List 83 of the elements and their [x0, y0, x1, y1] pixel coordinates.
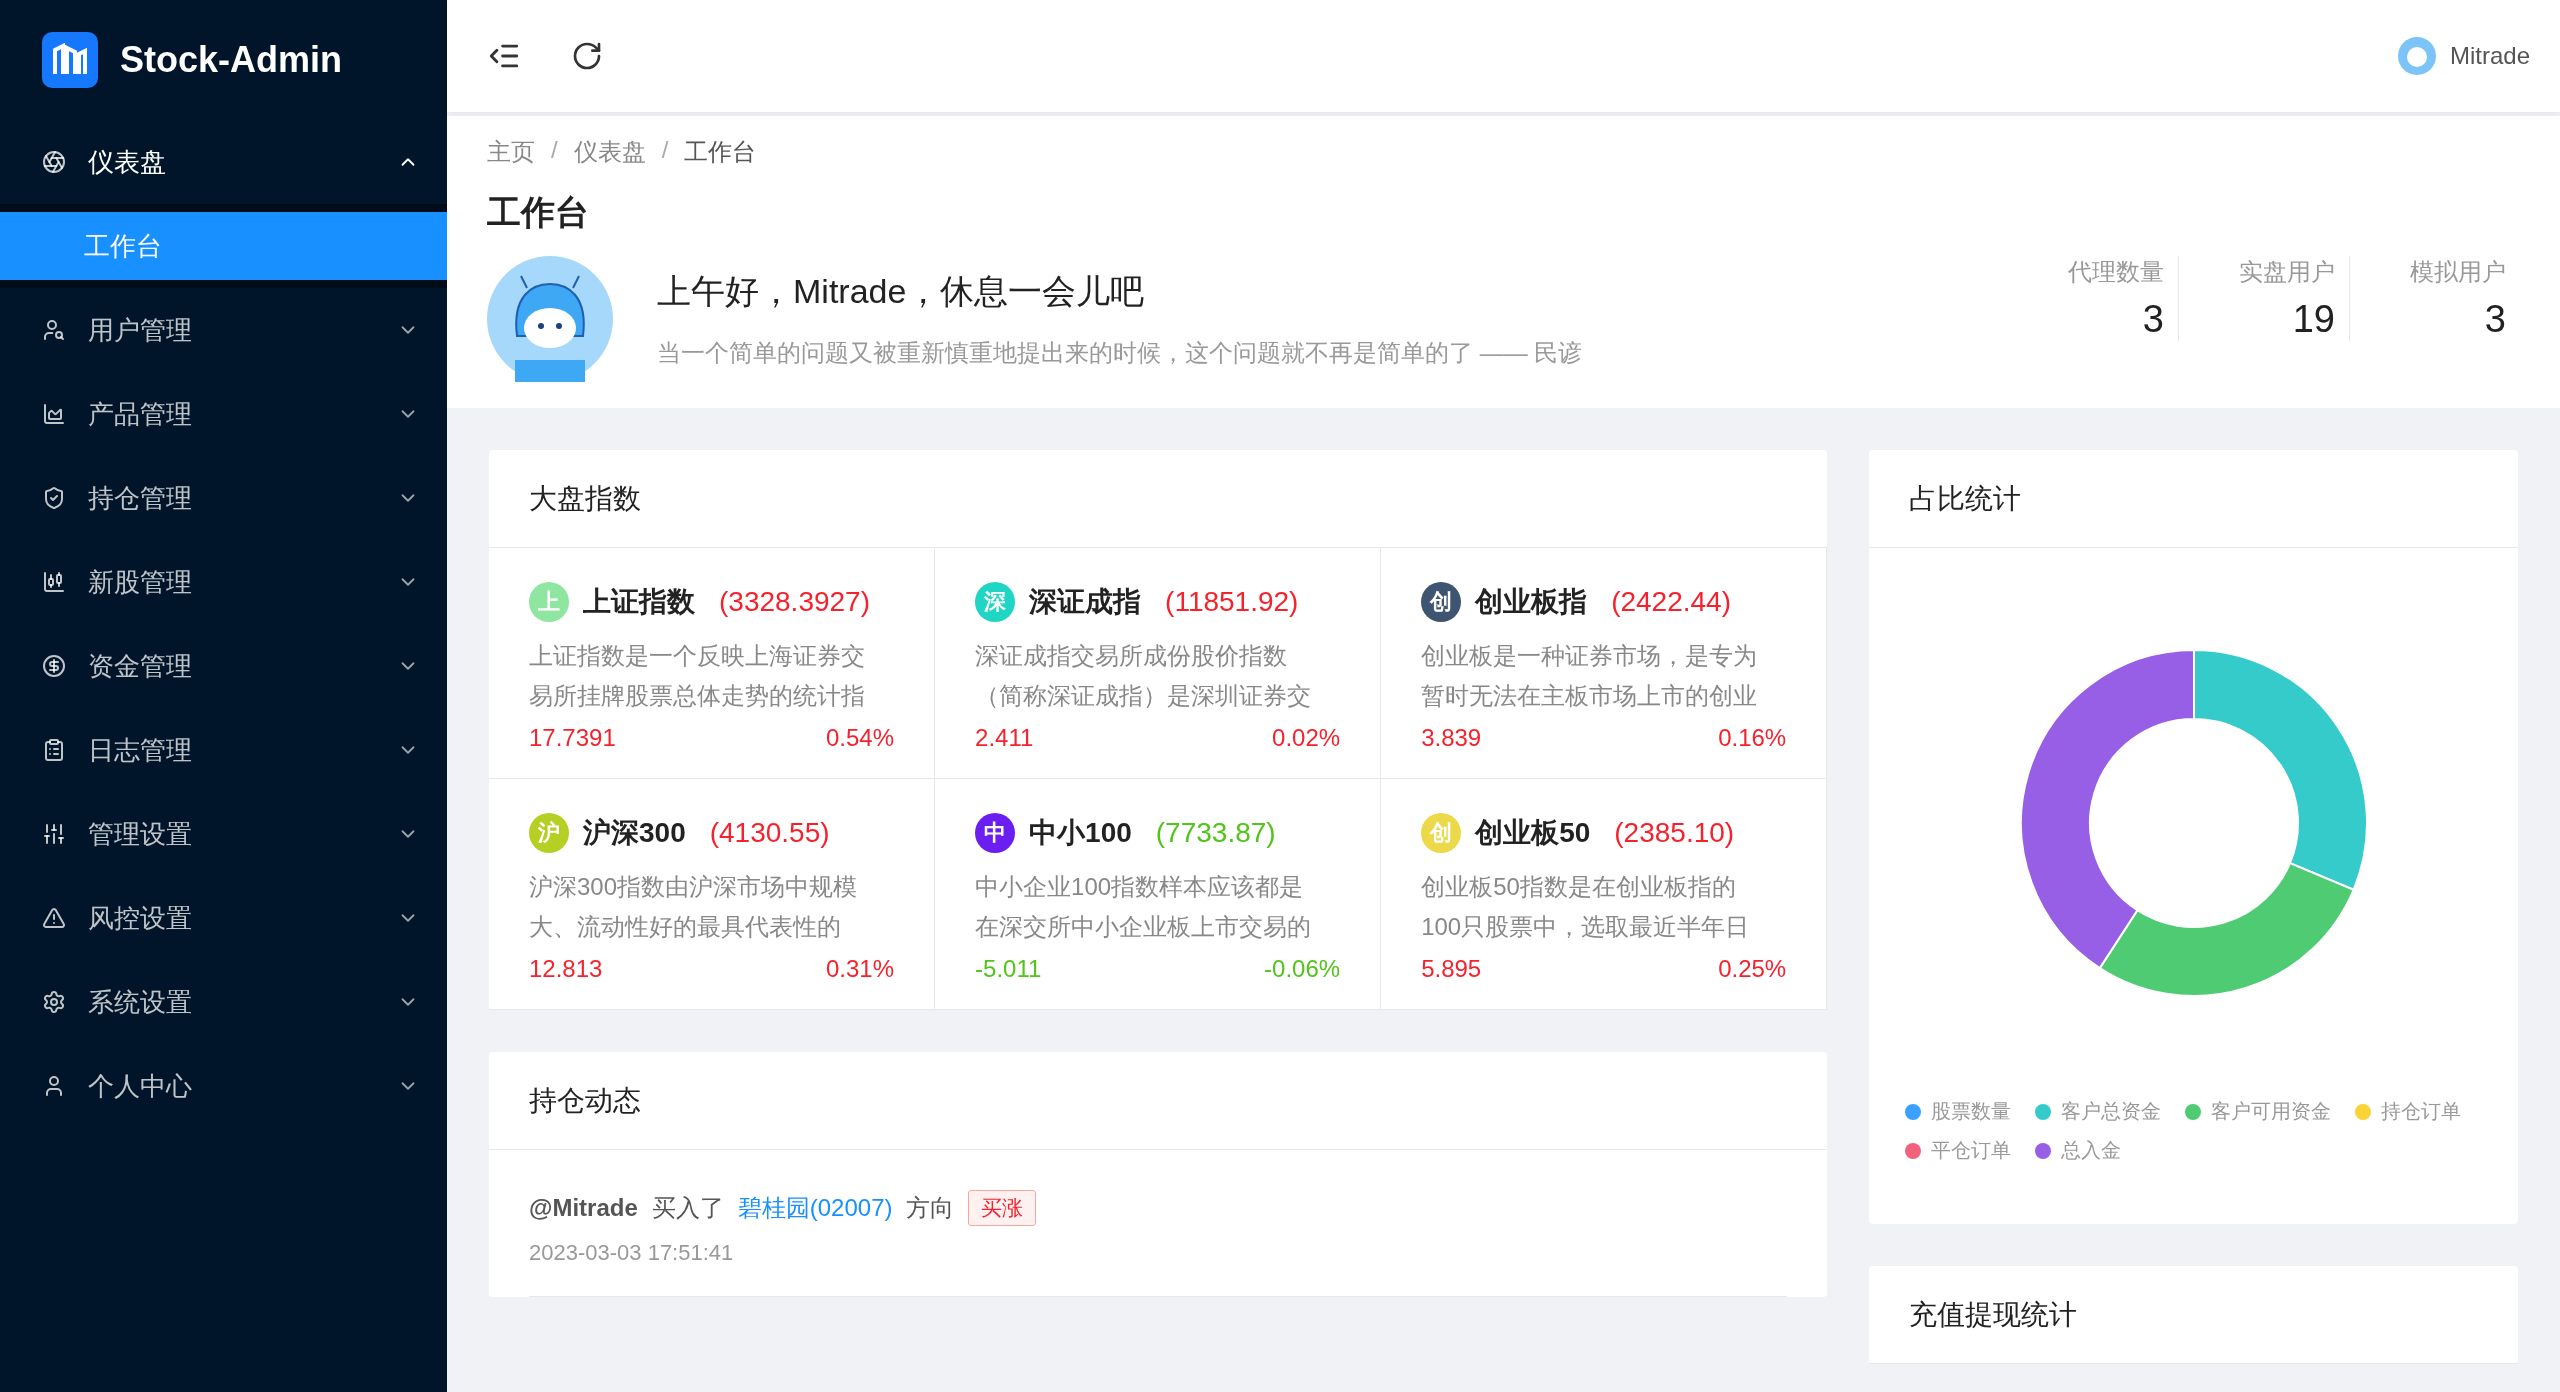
index-percent: 0.16% [1718, 724, 1787, 752]
index-value: (11851.92) [1165, 586, 1299, 618]
index-value: (2422.44) [1611, 586, 1731, 618]
menu-item[interactable]: 资金管理 [0, 624, 447, 708]
stat-label: 实盘用户 [2239, 257, 2335, 287]
brand-name: Stock-Admin [120, 39, 342, 81]
index-change: 12.813 [529, 955, 603, 983]
dollar-icon [42, 654, 66, 678]
index-change: 2.411 [975, 724, 1034, 752]
menu-item[interactable]: 新股管理 [0, 540, 447, 624]
index-name: 创业板指 [1475, 585, 1588, 619]
index-badge: 上 [529, 582, 569, 622]
menu-item[interactable]: 仪表盘 [0, 120, 447, 204]
index-badge: 创 [1421, 813, 1462, 853]
log-icon [42, 738, 66, 762]
stat-value: 3 [2142, 298, 2164, 341]
index-percent: -0.06% [1264, 955, 1341, 983]
breadcrumb-link[interactable]: 主页 [487, 136, 535, 168]
index-percent: 0.02% [1272, 724, 1341, 752]
refresh-icon[interactable] [571, 40, 603, 72]
stat-value: 19 [2292, 298, 2335, 341]
index-description: 创业板是一种证券市场，是专为 暂时无法在主板市场上市的创业 [1421, 641, 1759, 711]
index-change: 3.839 [1421, 724, 1482, 752]
breadcrumb-separator: / [661, 136, 669, 165]
menu-item[interactable]: 持仓管理 [0, 456, 447, 540]
index-percent: 0.31% [826, 955, 895, 983]
breadcrumb-link[interactable]: 仪表盘 [573, 136, 646, 168]
stat-label: 代理数量 [2068, 257, 2164, 287]
menu-item[interactable]: 系统设置 [0, 960, 447, 1044]
index-change: 17.7391 [529, 724, 616, 752]
stat-value: 3 [2484, 298, 2506, 341]
index-badge: 沪 [529, 813, 569, 853]
index-badge: 创 [1421, 582, 1462, 622]
index-description: 上证指数是一个反映上海证券交 易所挂牌股票总体走势的统计指 [529, 641, 866, 711]
index-name: 中小100 [1029, 816, 1132, 850]
user-name[interactable]: Mitrade [2449, 42, 2530, 70]
index-badge: 深 [975, 582, 1016, 622]
index-description: 创业板50指数是在创业板指的 100只股票中，选取最近半年日 [1421, 872, 1751, 942]
card-title: 大盘指数 [489, 450, 1828, 548]
shield-icon [42, 486, 66, 510]
feed-action: 买入了 [651, 1193, 724, 1223]
card-title: 持仓动态 [489, 1052, 1828, 1150]
breadcrumb-separator: / [551, 136, 558, 165]
index-name: 深证成指 [1029, 585, 1142, 619]
settings-icon [42, 990, 66, 1014]
card-title: 占比统计 [1869, 450, 2518, 548]
index-change: -5.011 [975, 955, 1042, 983]
index-percent: 0.54% [826, 724, 895, 752]
index-percent: 0.25% [1718, 955, 1787, 983]
feed-direction-label: 方向 [906, 1193, 955, 1223]
feed-user: @Mitrade [529, 1194, 638, 1222]
menu-item[interactable]: 产品管理 [0, 372, 447, 456]
menu-item[interactable]: 个人中心 [0, 1044, 447, 1128]
index-badge: 中 [975, 813, 1016, 853]
direction-tag: 买涨 [968, 1190, 1037, 1226]
index-value: (7733.87) [1155, 817, 1276, 849]
index-value: (3328.3927) [719, 586, 870, 618]
area-chart-icon [42, 402, 66, 426]
logo-icon [42, 32, 98, 88]
index-value: (2385.10) [1614, 817, 1735, 849]
sliders-icon [42, 822, 66, 846]
feed-time: 2023-03-03 17:51:41 [529, 1240, 1788, 1297]
greeting-text: 上午好，Mitrade，休息一会儿吧 [657, 271, 1146, 312]
warning-icon [42, 906, 66, 930]
user-search-icon [42, 318, 66, 342]
index-description: 深证成指交易所成份股价指数 （简称深证成指）是深圳证券交 [975, 641, 1313, 711]
index-value: (4130.55) [709, 817, 830, 849]
menu-item[interactable]: 用户管理 [0, 288, 447, 372]
menu-item[interactable]: 日志管理 [0, 708, 447, 792]
index-name: 创业板50 [1475, 816, 1591, 850]
stat-label: 模拟用户 [2410, 257, 2506, 287]
page-title: 工作台 [487, 192, 590, 233]
card-title: 充值提现统计 [1869, 1266, 2518, 1364]
candlestick-icon [42, 570, 66, 594]
breadcrumb-link[interactable]: 工作台 [684, 136, 757, 168]
menu-item[interactable]: 管理设置 [0, 792, 447, 876]
index-description: 中小企业100指数样本应该都是 在深交所中小企业板上市交易的 [975, 872, 1313, 942]
index-name: 沪深300 [583, 816, 686, 850]
index-change: 5.895 [1421, 955, 1482, 983]
quote-text: 当一个简单的问题又被重新慎重地提出来的时候，这个问题就不再是简单的了 —— 民谚 [657, 338, 1583, 368]
menu-item[interactable]: 风控设置 [0, 876, 447, 960]
index-name: 上证指数 [583, 585, 695, 619]
index-description: 沪深300指数由沪深市场中规模 大、流动性好的最具代表性的 [529, 872, 859, 942]
